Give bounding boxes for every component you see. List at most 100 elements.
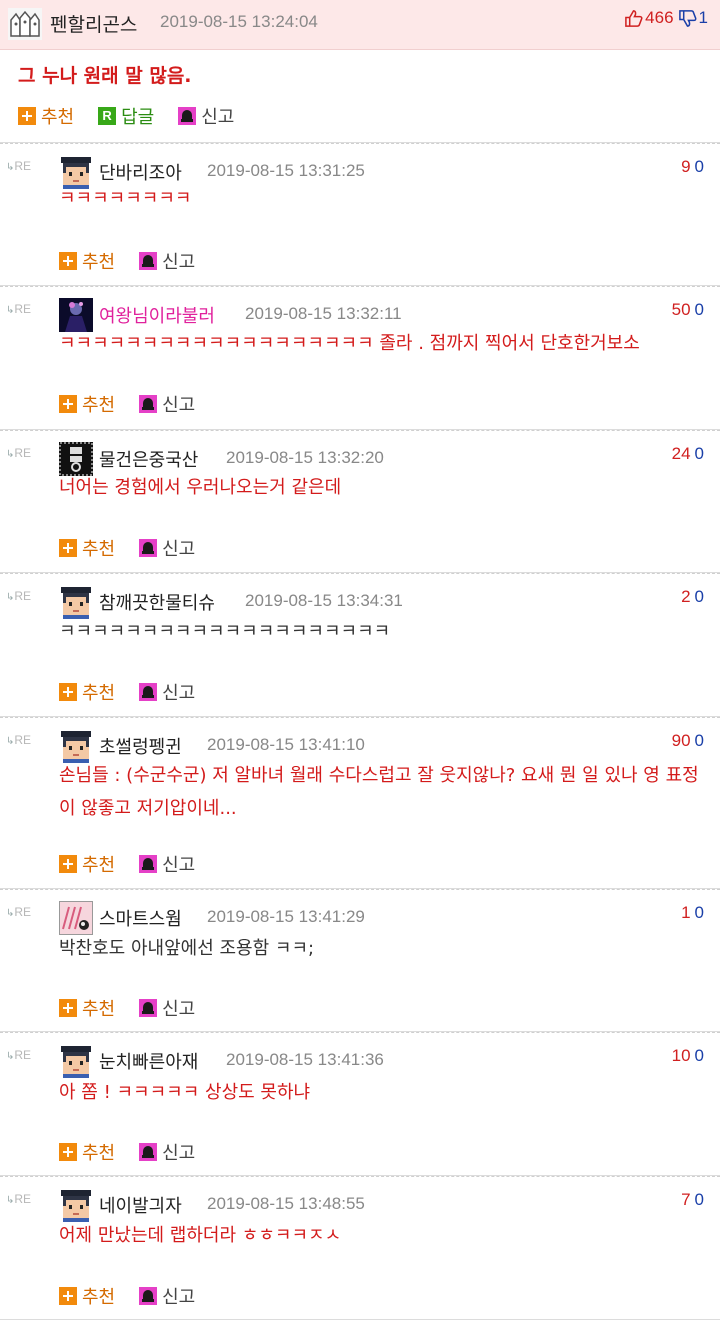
report-button[interactable]: 신고 (139, 851, 195, 877)
re-arrow-icon: ↳RE (6, 302, 32, 316)
recommend-button[interactable]: 추천 (18, 103, 74, 129)
comment-author[interactable]: 눈치빠른아재 (99, 1048, 198, 1074)
plus-icon (59, 1287, 77, 1305)
report-icon (139, 683, 158, 701)
re-arrow-icon: ↳RE (6, 159, 32, 173)
report-button[interactable]: 신고 (178, 103, 234, 129)
comment-item: ↳RE 단바리조아 2019-08-15 13:31:25 9 0 ㅋㅋㅋㅋㅋㅋㅋㅋ 추천 신… (0, 142, 720, 284)
comment-date: 2019-08-15 13:32:20 (226, 448, 384, 467)
report-icon (178, 107, 197, 125)
recommend-button[interactable]: 추천 (59, 391, 115, 417)
report-button[interactable]: 신고 (139, 995, 195, 1021)
comment-downvote-count: 0 (694, 1046, 704, 1065)
re-arrow-icon: ↳RE (6, 1192, 32, 1206)
comment-actions: 추천 신고 (59, 535, 219, 561)
comment-upvote-count: 50 (671, 300, 691, 319)
comment-author[interactable]: 물건은중국산 (99, 446, 198, 472)
post-date: 2019-08-15 13:24:04 (160, 12, 318, 31)
report-button[interactable]: 신고 (139, 1139, 195, 1165)
recommend-button[interactable]: 추천 (59, 995, 115, 1021)
comment-date: 2019-08-15 13:41:36 (226, 1050, 384, 1069)
thumb-down-icon[interactable] (678, 9, 697, 28)
comment-body: 너어는 경험에서 우러나오는거 같은데 (59, 477, 342, 498)
comment-actions: 추천 신고 (59, 1283, 219, 1309)
comment-author[interactable]: 참깨끗한물티슈 (99, 589, 215, 615)
comment-date: 2019-08-15 13:32:11 (245, 304, 402, 323)
recommend-button[interactable]: 추천 (59, 1283, 115, 1309)
comment-upvote-count: 90 (671, 731, 691, 750)
report-button[interactable]: 신고 (139, 679, 195, 705)
report-button[interactable]: 신고 (139, 1283, 195, 1309)
recommend-label: 추천 (82, 855, 116, 876)
commenter-avatar[interactable] (59, 1188, 93, 1222)
report-icon (139, 1143, 158, 1161)
plus-icon (59, 999, 77, 1017)
recommend-button[interactable]: 추천 (59, 248, 115, 274)
report-label: 신고 (162, 252, 196, 273)
post-upvote-count: 466 (645, 8, 674, 27)
post-downvote-count: 1 (698, 8, 708, 27)
report-icon (139, 252, 158, 270)
comment-author[interactable]: 네이발긔자 (99, 1192, 182, 1218)
recommend-label: 추천 (82, 999, 116, 1020)
plus-icon (59, 855, 77, 873)
re-arrow-icon: ↳RE (6, 589, 32, 603)
report-label: 신고 (162, 539, 196, 560)
comment-body: ㅋㅋㅋㅋㅋㅋㅋㅋ (59, 188, 192, 209)
comment-downvote-count: 0 (694, 731, 704, 750)
plus-icon (59, 252, 77, 270)
report-icon (139, 999, 158, 1017)
post-author[interactable]: 펜할리곤스 (50, 10, 137, 37)
comment-votes: 70 (681, 1190, 704, 1210)
comment-item: ↳RE 스마트스웜 2019-08-15 13:41:29 1 0 박찬호도 아내앞에선 … (0, 888, 720, 1031)
comment-upvote-count: 2 (681, 587, 691, 606)
comment-upvote-count: 9 (681, 157, 691, 176)
comment-item: ↳RE 초썰렁펭귄 2019-08-15 13:41:10 90 0 손님들 : (수군수… (0, 716, 720, 888)
comment-item: ↳RE 참깨끗한물티슈 2019-08-15 13:34:31 2 0 ㅋㅋㅋㅋㅋㅋㅋㅋㅋ… (0, 572, 720, 715)
comment-votes: 50 0 (672, 300, 704, 320)
comment-actions: 추천 신고 (59, 391, 219, 417)
thumb-up-icon[interactable] (624, 9, 643, 28)
commenter-avatar[interactable] (59, 901, 93, 935)
comment-downvote-count: 0 (694, 157, 704, 176)
reply-button[interactable]: R 답글 (98, 103, 154, 129)
commenter-avatar[interactable] (59, 729, 93, 763)
report-button[interactable]: 신고 (139, 248, 195, 274)
commenter-avatar[interactable] (59, 1044, 93, 1078)
post-body: 그 누나 원래 말 많음. (18, 65, 192, 87)
comment-author[interactable]: 여왕님이라불러 (99, 302, 215, 328)
comment-item: ↳RE 여왕님이라불러 2019-08-15 13:32:11 50 0 ㅋㅋㅋㅋㅋㅋㅋㅋ… (0, 285, 720, 428)
comment-actions: 추천 신고 (59, 1139, 219, 1165)
post-votes: 466 1 (624, 8, 708, 28)
comment-downvote-count: 0 (694, 587, 704, 606)
comment-author[interactable]: 초썰렁펭귄 (99, 733, 182, 759)
author-avatar[interactable] (8, 8, 42, 40)
recommend-label: 추천 (82, 539, 116, 560)
report-button[interactable]: 신고 (139, 391, 195, 417)
comment-votes: 24 0 (672, 444, 704, 464)
report-label: 신고 (162, 1287, 196, 1308)
plus-icon (59, 395, 77, 413)
recommend-label: 추천 (41, 107, 75, 128)
report-label: 신고 (162, 683, 196, 704)
recommend-button[interactable]: 추천 (59, 851, 115, 877)
plus-icon (59, 1143, 77, 1161)
recommend-button[interactable]: 추천 (59, 535, 115, 561)
recommend-button[interactable]: 추천 (59, 679, 115, 705)
comment-author[interactable]: 스마트스웜 (99, 905, 182, 931)
comment-actions: 추천 신고 (59, 851, 219, 877)
report-label: 신고 (201, 107, 235, 128)
recommend-label: 추천 (82, 1287, 116, 1308)
recommend-button[interactable]: 추천 (59, 1139, 115, 1165)
comment-upvote-count: 10 (671, 1046, 691, 1065)
report-button[interactable]: 신고 (139, 535, 195, 561)
commenter-avatar[interactable] (59, 585, 93, 619)
report-icon (139, 395, 158, 413)
post-header: 펜할리곤스 2019-08-15 13:24:04 466 1 (0, 0, 720, 50)
comment-body: 어제 만났는데 랩하더라 ㅎㅎㅋㅋㅈㅅ (59, 1225, 342, 1246)
report-icon (139, 539, 158, 557)
comment-upvote-count: 24 (671, 444, 691, 463)
re-arrow-icon: ↳RE (6, 446, 32, 460)
report-label: 신고 (162, 999, 196, 1020)
comment-body: ㅋㅋㅋㅋㅋㅋㅋㅋㅋㅋㅋㅋㅋㅋㅋㅋㅋㅋㅋ 졸라 . 점까지 찍어서 단호한거보소 (59, 333, 640, 354)
